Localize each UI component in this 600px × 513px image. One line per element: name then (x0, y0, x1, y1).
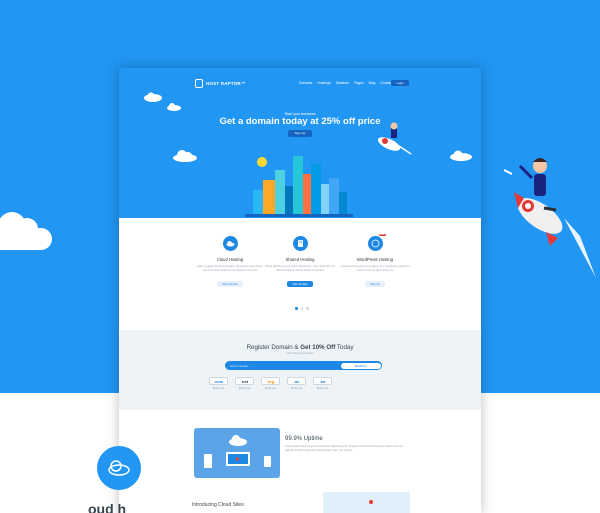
domain-subtitle: Let's find your domain (286, 351, 314, 355)
cloud-icon (97, 446, 141, 490)
domain-title-bold: Get 10% Off (300, 344, 336, 351)
cloud-icon (173, 150, 197, 162)
tld-price: $9.99 year (264, 387, 277, 390)
nav-item-domains[interactable]: Domains (299, 81, 312, 85)
service-card-wordpress: NEW WordPress Hosting Adequate cloud wit… (340, 234, 410, 290)
nav-menu: Domains Hostings Students Pages Blog Con… (299, 81, 392, 85)
login-button[interactable]: Login (391, 80, 409, 86)
tld-name: .org (261, 377, 280, 385)
intro-illustration (323, 492, 410, 513)
tld-name: .net (235, 377, 254, 385)
hero-signup-button[interactable]: Sign Up (288, 130, 312, 137)
logo-icon (195, 79, 203, 88)
service-title: WordPress Hosting (357, 257, 393, 262)
domain-search-input[interactable]: search domain (228, 363, 340, 369)
uptime-desc: Lorem ipsum dolor sit amet consectetur a… (285, 445, 403, 452)
service-title: Cloud Hosting (216, 257, 244, 262)
nav-item-students[interactable]: Students (336, 81, 349, 85)
carousel-dot[interactable] (306, 307, 309, 310)
wordpress-icon: NEW (367, 234, 386, 251)
domain-title-suffix: Today (335, 344, 354, 351)
top-nav: HOST RAPTOR™ Domains Hostings Students P… (119, 68, 481, 98)
tld-item[interactable]: .org $9.99 year (261, 377, 280, 390)
tld-price: $9.99 year (290, 387, 303, 390)
domain-search-button[interactable]: SEARCH (340, 362, 381, 369)
carousel-dot[interactable] (295, 307, 298, 310)
city-skyline-illustration (245, 156, 353, 217)
tld-name: .au (287, 377, 306, 385)
tld-price: $9.99 year (212, 387, 225, 390)
domain-title-prefix: Register Domain & (246, 344, 301, 351)
tld-item[interactable]: .com $9.99 year (209, 377, 228, 390)
rocket-man-illustration (503, 158, 596, 278)
bottom-heading-fragment: oud h (88, 501, 127, 513)
cloud-icon (167, 103, 181, 111)
tld-item[interactable]: .net $9.99 year (235, 377, 254, 390)
service-title: Shared Hosting (285, 257, 315, 262)
carousel-dot[interactable] (300, 307, 303, 310)
tld-price: $9.99 year (238, 387, 251, 390)
uptime-title: 99.9% Uptime (285, 436, 323, 442)
nav-item-blog[interactable]: Blog (369, 81, 376, 85)
tld-name: .com (209, 377, 228, 385)
hero-section: HOST RAPTOR™ Domains Hostings Students P… (119, 68, 481, 218)
tld-item[interactable]: .eu $9.99 year (313, 377, 332, 390)
signup-button[interactable]: Sign Up (365, 281, 385, 288)
cloud-icon (144, 92, 162, 102)
cloud-icon (450, 150, 472, 161)
tld-list: .com $9.99 year .net $9.99 year .org $9.99 … (209, 377, 332, 390)
server-icon (292, 236, 308, 251)
service-card-cloud: Cloud Hosting Hosts engage clients at do… (195, 236, 265, 290)
brand-name: HOST RAPTOR™ (206, 81, 246, 86)
small-rocket-illustration (377, 122, 412, 155)
nav-item-hostings[interactable]: Hostings (317, 81, 330, 85)
hero-headline: Get a domain today at 25% off price (219, 116, 381, 127)
brand-logo[interactable]: HOST RAPTOR™ (195, 79, 246, 88)
uptime-section: 99.9% Uptime Lorem ipsum dolor sit amet … (119, 410, 481, 513)
nav-item-pages[interactable]: Pages (354, 81, 364, 85)
cloud-icon (222, 236, 238, 251)
domain-search-section: Register Domain & Get 10% Off Today Let'… (119, 330, 481, 410)
new-badge: NEW (378, 234, 386, 236)
service-desc: Hosts engage clients at domains, HomeHos… (196, 265, 264, 272)
services-section: Cloud Hosting Hosts engage clients at do… (119, 218, 481, 330)
devices-illustration (194, 428, 280, 478)
domain-search-bar: search domain SEARCH (225, 361, 382, 370)
tld-item[interactable]: .au $9.99 year (287, 377, 306, 390)
service-card-shared: Shared Hosting Marks Hosting at your onl… (265, 236, 335, 290)
domain-title: Register Domain & Get 10% Off Today (119, 344, 481, 351)
carousel-dots (295, 307, 309, 310)
website-mockup: HOST RAPTOR™ Domains Hostings Students P… (119, 68, 481, 513)
cloud-decoration (0, 212, 52, 250)
service-desc: Adequate cloud with your hosting. Our wo… (340, 265, 410, 272)
service-desc: Marks Hosting at your online brand login… (265, 265, 335, 272)
intro-title: Introducing Cloud Sites (192, 502, 244, 508)
more-details-button[interactable]: More Details (217, 281, 243, 288)
tld-name: .eu (313, 377, 332, 385)
view-details-button[interactable]: View Details (287, 281, 313, 288)
tld-price: $9.99 year (316, 387, 329, 390)
